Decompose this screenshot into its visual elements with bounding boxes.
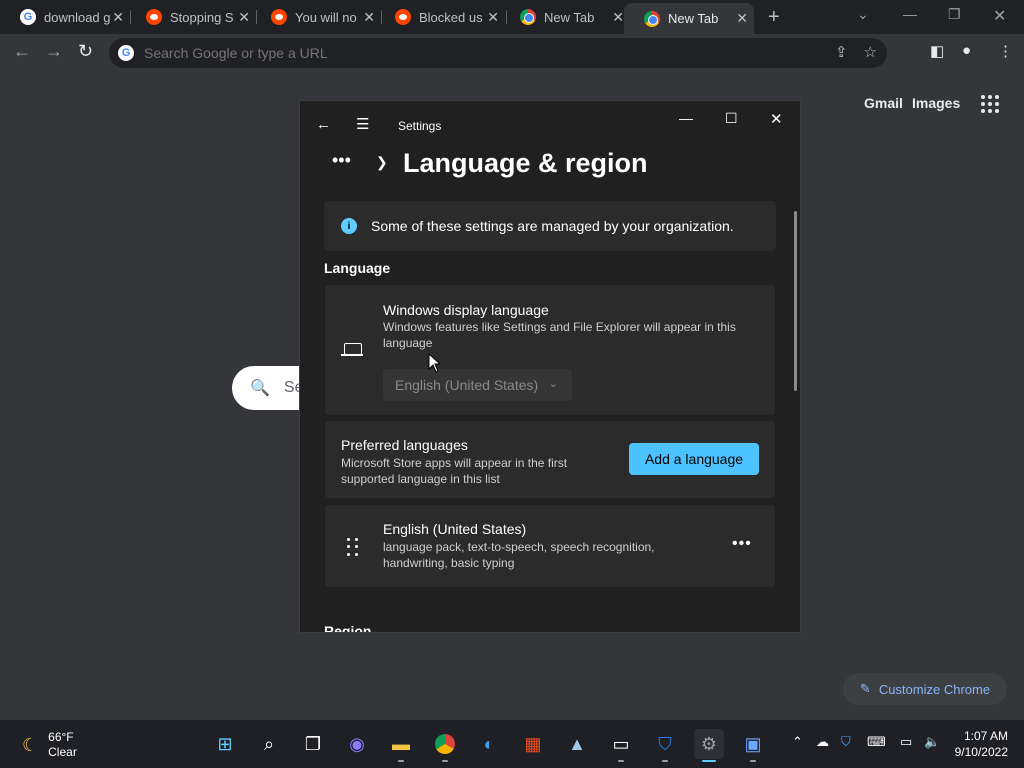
forward-button[interactable]: → — [45, 41, 63, 62]
search-icon[interactable]: ⌕ — [254, 729, 284, 759]
settings-window: ← ☰ Settings — ☐ ✕ ••• ❯ Language & regi… — [299, 100, 801, 633]
laptop-icon — [341, 343, 363, 356]
close-tab-icon[interactable]: ✕ — [612, 9, 624, 26]
drag-handle-icon[interactable] — [347, 538, 359, 556]
more-options-icon[interactable]: ••• — [732, 535, 752, 553]
minimize-button[interactable]: — — [903, 6, 917, 22]
clock[interactable]: 1:07 AM 9/10/2022 — [952, 728, 1008, 760]
network-icon[interactable]: ▭ — [900, 734, 912, 750]
tab-new-tab-active[interactable]: New Tab ✕ — [624, 3, 754, 34]
gmail-link[interactable]: Gmail — [864, 95, 903, 111]
back-button[interactable]: ← — [13, 41, 31, 62]
preferred-languages-card: Preferred languages Microsoft Store apps… — [325, 421, 775, 498]
moon-icon: ☾ — [22, 734, 39, 755]
bookmark-star-icon[interactable]: ☆ — [864, 43, 877, 61]
chevron-up-icon[interactable]: ⌃ — [792, 734, 803, 750]
onedrive-icon[interactable]: ☁ — [816, 734, 829, 750]
terminal-icon[interactable]: ▭ — [606, 729, 636, 759]
restore-button[interactable]: ❐ — [948, 6, 961, 23]
tab-strip: G download g ✕ Stopping S ✕ You will no … — [0, 0, 1024, 34]
keyboard-icon[interactable]: ⌨ — [867, 734, 886, 750]
info-icon: i — [341, 218, 357, 234]
taskbar: ☾ 66°F Clear ⊞ ⌕ ❐ ◉ ▬ ◐ ▦ ▲ ▭ ⛉ ⚙ ▣ ⌃ ☁… — [0, 720, 1024, 768]
installed-language-card: English (United States) language pack, t… — [325, 505, 775, 587]
menu-kebab-icon[interactable]: ⋮ — [998, 42, 1013, 60]
tab-stopping[interactable]: Stopping S ✕ — [126, 0, 256, 34]
start-icon[interactable]: ⊞ — [210, 729, 240, 759]
remote-desktop-icon[interactable]: ▣ — [738, 729, 768, 759]
tab-you-will-not[interactable]: You will no ✕ — [251, 0, 381, 34]
photos-icon[interactable]: ▲ — [562, 729, 592, 759]
window-title: Settings — [398, 119, 442, 133]
search-icon: 🔍 — [250, 380, 270, 397]
managed-info-bar: i Some of these settings are managed by … — [324, 201, 776, 251]
back-arrow-icon[interactable]: ← — [316, 116, 331, 133]
omnibox-input[interactable] — [142, 44, 822, 62]
defender-icon[interactable]: ⛉ — [841, 734, 851, 750]
security-shield-icon[interactable]: ⛉ — [650, 729, 680, 759]
tab-new-tab-1[interactable]: New Tab ✕ — [500, 0, 630, 34]
chevron-right-icon: ❯ — [376, 154, 388, 170]
chrome-icon — [520, 9, 536, 25]
page-title: Language & region — [403, 148, 648, 178]
tab-blocked[interactable]: Blocked us ✕ — [375, 0, 505, 34]
tab-search-icon[interactable]: ⌄ — [857, 6, 869, 23]
close-tab-icon[interactable]: ✕ — [363, 9, 375, 26]
reddit-icon — [395, 9, 411, 25]
edge-icon[interactable]: ◐ — [474, 729, 504, 759]
reddit-icon — [146, 9, 162, 25]
browser-toolbar: ← → ↻ G ⇪ ☆ ◧ ● ⋮ — [0, 34, 1024, 72]
new-tab-button[interactable]: + — [768, 6, 780, 29]
display-language-dropdown[interactable]: English (United States) ⌄ — [383, 369, 572, 401]
side-panel-icon[interactable]: ◧ — [930, 42, 944, 60]
chrome-icon — [644, 10, 660, 27]
google-apps-icon[interactable] — [981, 95, 999, 113]
scrollbar[interactable] — [794, 211, 797, 391]
close-window-button[interactable]: ✕ — [993, 6, 1006, 26]
reddit-icon — [271, 9, 287, 25]
volume-icon[interactable]: 🔈 — [924, 734, 940, 750]
settings-gear-icon[interactable]: ⚙ — [694, 729, 724, 759]
pencil-icon: ✎ — [859, 681, 871, 696]
close-tab-icon[interactable]: ✕ — [487, 9, 499, 26]
region-section-heading: Region — [324, 623, 372, 633]
google-icon: G — [20, 9, 36, 25]
task-view-icon[interactable]: ❐ — [298, 729, 328, 759]
share-icon[interactable]: ⇪ — [835, 43, 848, 61]
file-explorer-icon[interactable]: ▬ — [386, 729, 416, 759]
address-bar[interactable]: G ⇪ ☆ — [109, 38, 887, 68]
chrome-taskbar-icon[interactable] — [430, 729, 460, 759]
settings-maximize-button[interactable]: ☐ — [725, 110, 738, 127]
google-icon: G — [118, 45, 134, 61]
close-tab-icon[interactable]: ✕ — [112, 9, 124, 26]
reload-button[interactable]: ↻ — [78, 41, 93, 62]
tab-download[interactable]: G download g ✕ — [0, 0, 130, 34]
display-language-card: Windows display language Windows feature… — [325, 285, 775, 415]
chevron-down-icon: ⌄ — [548, 378, 558, 390]
close-tab-icon[interactable]: ✕ — [238, 9, 250, 26]
breadcrumb-more[interactable]: ••• — [332, 150, 351, 171]
images-link[interactable]: Images — [912, 95, 960, 111]
settings-close-button[interactable]: ✕ — [770, 110, 783, 128]
weather-widget[interactable]: ☾ 66°F Clear — [22, 730, 77, 760]
chat-icon[interactable]: ◉ — [342, 729, 372, 759]
add-language-button[interactable]: Add a language — [629, 443, 759, 475]
profile-icon[interactable]: ● — [962, 42, 971, 59]
language-section-heading: Language — [324, 260, 391, 276]
mouse-cursor-icon — [428, 353, 440, 373]
nav-menu-icon[interactable]: ☰ — [356, 115, 369, 133]
settings-minimize-button[interactable]: — — [679, 110, 693, 126]
close-tab-icon[interactable]: ✕ — [736, 10, 748, 27]
store-icon[interactable]: ▦ — [518, 729, 548, 759]
customize-chrome-button[interactable]: ✎ Customize Chrome — [843, 673, 1007, 705]
